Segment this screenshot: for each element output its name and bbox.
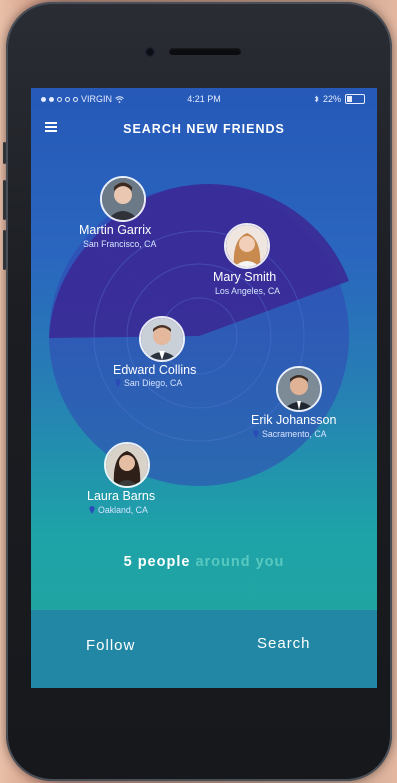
- person-name: Erik Johansson: [251, 413, 337, 427]
- person-location: Sacramento, CA: [253, 429, 327, 439]
- page-title: SEARCH NEW FRIENDS: [123, 122, 285, 136]
- location-pin-icon: [89, 506, 95, 514]
- battery-percent: 22%: [322, 94, 341, 104]
- avatar[interactable]: [276, 366, 322, 412]
- location-pin-icon: [115, 379, 121, 387]
- people-count-rest: around you: [195, 554, 285, 570]
- avatar[interactable]: [139, 316, 185, 362]
- person-name: Edward Collins: [113, 363, 197, 377]
- mute-switch: [3, 142, 6, 164]
- radar-view: [49, 184, 349, 486]
- bluetooth-icon: [314, 95, 319, 103]
- search-button[interactable]: Search: [257, 635, 311, 652]
- battery-status: 22%: [314, 94, 365, 104]
- earpiece-speaker: [169, 48, 241, 55]
- people-count-number: 5: [123, 554, 133, 570]
- battery-icon: [345, 94, 365, 104]
- avatar[interactable]: [100, 176, 146, 222]
- people-count-summary: 5 people around you: [31, 554, 377, 570]
- person-location: Los Angeles, CA: [215, 286, 281, 296]
- volume-down-button: [3, 230, 6, 270]
- bottom-action-bar: Follow Search: [31, 610, 377, 688]
- follow-button[interactable]: Follow: [86, 637, 135, 654]
- volume-up-button: [3, 180, 6, 220]
- front-camera: [145, 47, 155, 57]
- status-bar: VIRGIN 4:21 PM 22%: [31, 88, 377, 110]
- app-screen: VIRGIN 4:21 PM 22% SEARCH NEW FRIENDS Ma…: [31, 88, 377, 688]
- person-location: Oakland, CA: [89, 505, 148, 515]
- avatar[interactable]: [224, 223, 270, 269]
- people-count-word: people: [137, 554, 191, 570]
- person-location: San Diego, CA: [115, 378, 182, 388]
- avatar[interactable]: [104, 442, 150, 488]
- person-name: Mary Smith: [213, 270, 277, 284]
- person-location: San Francisco, CA: [83, 239, 157, 249]
- person-name: Laura Barns: [87, 489, 156, 503]
- location-pin-icon: [253, 430, 259, 438]
- person-name: Martin Garrix: [79, 223, 152, 237]
- nav-bar: SEARCH NEW FRIENDS: [31, 114, 377, 144]
